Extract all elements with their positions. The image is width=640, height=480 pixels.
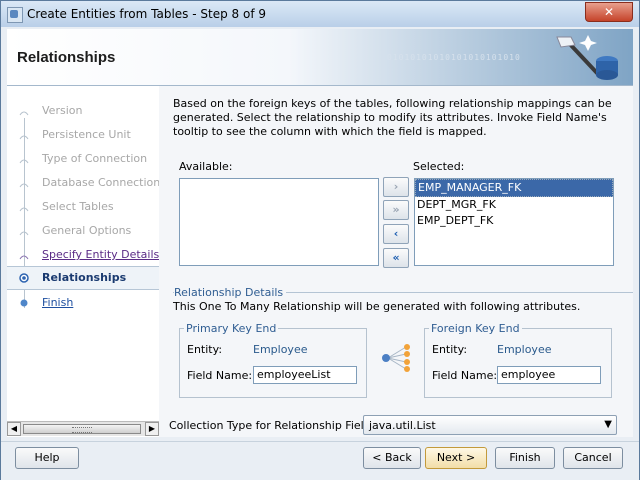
nav-step-label: Select Tables [42, 200, 114, 213]
nav-step-select-tables: Select Tables [7, 196, 159, 218]
relationship-icon [382, 344, 410, 372]
nav-step-specify-entity-details[interactable]: Specify Entity Details [7, 244, 159, 266]
step-marker-icon [19, 207, 29, 212]
back-button[interactable]: < Back [363, 447, 421, 469]
wizard-header: Relationships 01010101010101010101010 [7, 29, 633, 86]
scroll-right-icon[interactable]: ▶ [145, 422, 159, 436]
window-title: Create Entities from Tables - Step 8 of … [27, 7, 266, 21]
nav-step-relationships[interactable]: Relationships [7, 266, 159, 290]
nav-horizontal-scrollbar[interactable]: ◀ ▶ [7, 421, 159, 436]
nav-step-label: Type of Connection [42, 152, 148, 165]
remove-all-button[interactable]: « [383, 248, 409, 268]
list-item[interactable]: EMP_MANAGER_FK [415, 179, 613, 197]
header-binary-decoration: 01010101010101010101010 [387, 53, 521, 62]
add-button[interactable]: › [383, 177, 409, 197]
remove-button[interactable]: ‹ [383, 224, 409, 244]
fk-field-name-input[interactable]: employee [497, 366, 601, 384]
nav-step-database-connection: Database Connection De [7, 172, 159, 194]
step-marker-icon [19, 111, 29, 116]
relationship-details-title: Relationship Details [174, 286, 287, 299]
foreign-key-group [424, 328, 612, 398]
nav-step-finish[interactable]: Finish [7, 292, 159, 314]
nav-step-persistence-unit: Persistence Unit [7, 124, 159, 146]
list-item[interactable]: EMP_DEPT_FK [415, 213, 613, 229]
database-wand-icon [556, 35, 618, 80]
step-marker-icon [19, 231, 29, 236]
wizard-window: Create Entities from Tables - Step 8 of … [0, 0, 640, 480]
collection-type-value: java.util.List [369, 419, 436, 432]
app-icon [7, 7, 23, 23]
primary-key-title: Primary Key End [184, 322, 279, 335]
list-item[interactable]: DEPT_MGR_FK [415, 197, 613, 213]
nav-step-label: Persistence Unit [42, 128, 131, 141]
selected-list[interactable]: EMP_MANAGER_FK DEPT_MGR_FK EMP_DEPT_FK [414, 178, 614, 266]
close-button[interactable]: ✕ [585, 2, 633, 22]
intro-text: Based on the foreign keys of the tables,… [173, 97, 612, 138]
title-bar: Create Entities from Tables - Step 8 of … [1, 1, 639, 27]
collection-type-label: Collection Type for Relationship Fields: [169, 419, 381, 432]
add-all-button[interactable]: » [383, 200, 409, 220]
collection-type-select[interactable]: java.util.List ▼ [363, 415, 617, 435]
fk-entity-value: Employee [497, 343, 552, 356]
fk-field-label: Field Name: [432, 369, 498, 382]
pk-entity-label: Entity: [187, 343, 223, 356]
relationship-details-desc: This One To Many Relationship will be ge… [173, 300, 581, 313]
available-list[interactable] [179, 178, 379, 266]
nav-step-label: General Options [42, 224, 132, 237]
pk-field-label: Field Name: [187, 369, 253, 382]
next-button[interactable]: Next > [425, 447, 487, 469]
current-step-icon [19, 273, 29, 283]
nav-step-label: Database Connection De [42, 176, 160, 189]
finish-button[interactable]: Finish [495, 447, 555, 469]
pk-entity-value: Employee [253, 343, 308, 356]
page-title: Relationships [17, 49, 116, 66]
fk-entity-label: Entity: [432, 343, 468, 356]
nav-step-type-of-connection: Type of Connection [7, 148, 159, 170]
nav-step-version: Version [7, 100, 159, 122]
selected-label: Selected: [413, 160, 465, 173]
step-marker-icon [19, 183, 29, 188]
primary-key-group [179, 328, 367, 398]
nav-step-label[interactable]: Specify Entity Details [42, 248, 159, 261]
cancel-button[interactable]: Cancel [563, 447, 623, 469]
scroll-left-icon[interactable]: ◀ [7, 422, 21, 436]
foreign-key-title: Foreign Key End [429, 322, 522, 335]
nav-step-general-options: General Options [7, 220, 159, 242]
pk-field-name-input[interactable]: employeeList [253, 366, 357, 384]
step-marker-icon [19, 255, 29, 260]
help-button[interactable]: Help [15, 447, 79, 469]
chevron-down-icon[interactable]: ▼ [604, 419, 612, 430]
wizard-step-nav: Version Persistence Unit Type of Connect… [7, 86, 160, 437]
nav-step-label: Version [42, 104, 83, 117]
nav-step-label[interactable]: Finish [42, 296, 73, 309]
step-marker-icon [19, 159, 29, 164]
nav-step-label[interactable]: Relationships [42, 271, 126, 284]
step-marker-icon [20, 299, 28, 307]
available-label: Available: [179, 160, 233, 173]
scroll-thumb[interactable] [23, 424, 141, 434]
step-marker-icon [19, 135, 29, 140]
